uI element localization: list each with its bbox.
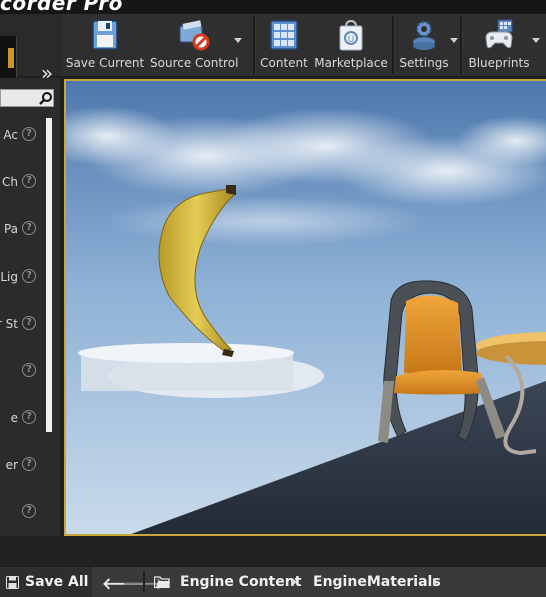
svg-text:U: U: [348, 35, 355, 45]
toolbar-separator: [460, 16, 463, 74]
help-icon[interactable]: ?: [22, 127, 36, 141]
marketplace-button[interactable]: U Marketplace: [314, 14, 388, 76]
details-row-label: Ac: [3, 128, 18, 142]
settings-label: Settings: [399, 56, 449, 70]
details-row-label: e: [10, 411, 18, 425]
help-icon[interactable]: ?: [22, 504, 36, 518]
mode-panel: »: [0, 14, 62, 85]
help-icon[interactable]: ?: [22, 316, 36, 330]
blueprints-gamepad-icon: [485, 19, 513, 49]
details-row[interactable]: Ac ?: [0, 120, 46, 150]
details-row[interactable]: r St ?: [0, 309, 46, 339]
main-toolbar: Save Current Source Control Content U Ma…: [62, 14, 546, 77]
help-icon[interactable]: ?: [22, 269, 36, 283]
marketplace-bag-icon: U: [339, 19, 363, 51]
details-row[interactable]: ?: [0, 497, 46, 527]
blueprints-label: Blueprints: [468, 56, 530, 70]
content-label: Content: [260, 56, 308, 70]
source-control-dropdown-caret[interactable]: [234, 38, 242, 43]
help-icon[interactable]: ?: [22, 174, 36, 188]
app-title: corder Pro: [0, 0, 123, 14]
settings-button[interactable]: Settings: [396, 14, 458, 76]
search-icon[interactable]: [39, 91, 53, 105]
details-row[interactable]: er ?: [0, 450, 46, 480]
viewport-scene: [66, 81, 546, 534]
source-control-button[interactable]: Source Control: [150, 14, 242, 76]
content-button[interactable]: Content: [256, 14, 312, 76]
content-browser-spacer: [0, 536, 546, 566]
details-row[interactable]: ?: [0, 356, 46, 386]
content-grid-icon: [270, 20, 298, 50]
help-icon[interactable]: ?: [22, 363, 36, 377]
settings-gears-icon: [412, 21, 436, 50]
content-browser-toolbar: Save All 🡐 🡒 Engine Content EngineMateri…: [0, 566, 546, 597]
title-bar: corder Pro: [0, 0, 546, 14]
details-row-label: Pa: [3, 222, 18, 236]
details-row[interactable]: Pa ?: [0, 214, 46, 244]
details-search-input[interactable]: [0, 89, 54, 107]
details-scrollbar[interactable]: [46, 118, 52, 432]
blueprints-dropdown-caret[interactable]: [532, 38, 540, 43]
level-viewport[interactable]: [64, 79, 546, 536]
save-current-label: Save Current: [65, 56, 145, 70]
save-current-button[interactable]: Save Current: [62, 14, 148, 76]
breadcrumb-engine-materials[interactable]: EngineMaterials: [313, 574, 441, 590]
details-row[interactable]: Lig ?: [0, 262, 46, 292]
details-row-label: er: [5, 458, 18, 472]
settings-dropdown-caret[interactable]: [450, 38, 458, 43]
floppy-disk-icon: [92, 20, 118, 50]
breadcrumb-chevron-icon[interactable]: [433, 578, 438, 586]
details-row[interactable]: e ?: [0, 403, 46, 433]
breadcrumb-chevron-icon[interactable]: [292, 578, 297, 586]
floppy-disk-icon: [6, 576, 19, 589]
toolbar-separator: [392, 16, 395, 74]
help-icon[interactable]: ?: [22, 221, 36, 235]
help-icon[interactable]: ?: [22, 457, 36, 471]
mode-tile[interactable]: [0, 36, 17, 80]
source-control-icon: [179, 20, 210, 51]
folder-icon[interactable]: [154, 576, 170, 588]
source-control-label: Source Control: [150, 56, 239, 70]
details-row-label: Lig: [0, 270, 18, 284]
save-all-button[interactable]: Save All: [0, 567, 92, 597]
toolbar-separator: [143, 571, 145, 593]
save-all-label: Save All: [25, 574, 89, 590]
details-row-label: r St: [0, 317, 18, 331]
help-icon[interactable]: ?: [22, 410, 36, 424]
details-row-label: Ch: [2, 175, 18, 189]
blueprints-button[interactable]: Blueprints: [464, 14, 540, 76]
marketplace-label: Marketplace: [314, 56, 388, 70]
breadcrumb-engine-content[interactable]: Engine Content: [180, 574, 301, 590]
details-row[interactable]: Ch ?: [0, 167, 46, 197]
